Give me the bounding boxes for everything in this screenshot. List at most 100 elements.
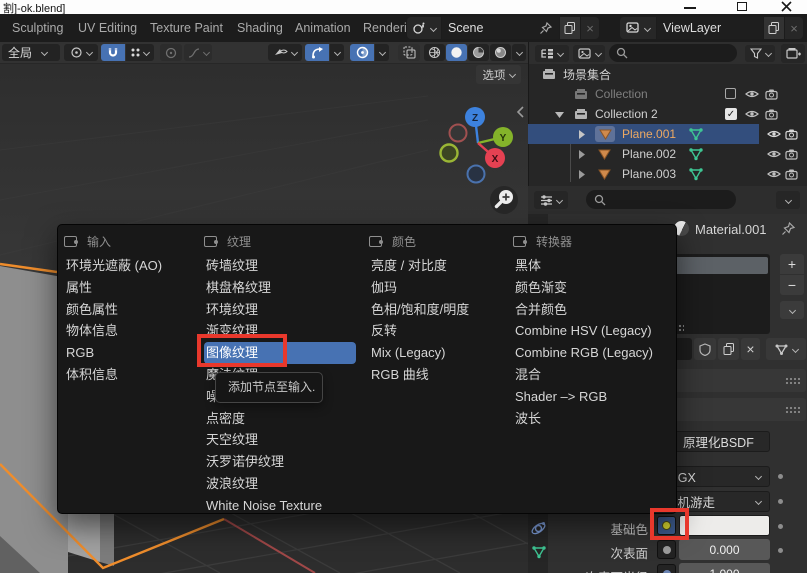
show-overlays-toggle[interactable] [350,44,374,61]
xray-toggle[interactable] [398,44,420,61]
menu-item[interactable]: 天空纹理 [204,429,369,451]
menu-item[interactable]: 点密度 [204,408,369,430]
shading-material-button[interactable] [468,44,489,61]
proportional-edit-toggle[interactable] [160,44,182,61]
menu-item[interactable]: 亮度 / 对比度 [369,255,513,277]
hide-eye-icon[interactable] [767,129,781,139]
scene-browse-button[interactable] [407,17,441,39]
menu-item[interactable]: 混合 [513,364,673,386]
axis-minus-z-ball[interactable] [468,166,485,183]
menu-item[interactable]: 物体信息 [64,320,204,342]
outliner-row-plane-003[interactable]: Plane.003 [528,164,807,184]
editor-type-dropdown[interactable] [534,191,568,209]
collapse-arrow-icon[interactable] [578,130,585,139]
render-camera-icon[interactable] [785,128,798,140]
render-camera-icon[interactable] [785,168,798,180]
shading-wireframe-button[interactable] [424,44,445,61]
fake-user-button[interactable] [694,338,716,360]
panel-drag-grip[interactable] [785,377,800,384]
exclude-checkbox-checked[interactable]: ✓ [725,108,737,120]
outliner-row-collection-2[interactable]: Collection 2 ✓ [528,104,807,124]
new-collection-button[interactable] [781,44,805,63]
new-material-button[interactable] [718,338,739,360]
animate-dot[interactable] [778,499,783,504]
menu-item[interactable]: RGB [64,342,204,364]
mesh-data-icon[interactable] [688,127,704,141]
animate-dot[interactable] [778,474,783,479]
shading-solid-button[interactable] [446,44,467,61]
exclude-checkbox-unchecked[interactable] [725,88,736,99]
sidebar-collapse-arrow[interactable] [516,106,524,118]
render-camera-icon[interactable] [765,108,778,120]
unlink-material-button[interactable]: × [741,338,760,360]
pivot-point-dropdown[interactable] [64,44,98,61]
collapse-arrow-icon[interactable] [578,150,585,159]
scene-name-field[interactable]: Scene [442,17,559,39]
menu-item[interactable]: 环境光遮蔽 (AO) [64,255,204,277]
menu-item[interactable]: 波浪纹理 [204,473,369,495]
hide-eye-icon[interactable] [767,149,781,159]
menu-item[interactable]: 伽玛 [369,277,513,299]
tab-shading[interactable]: Shading [237,14,283,42]
snap-settings-dropdown[interactable] [126,44,154,61]
hide-eye-icon[interactable] [745,89,759,99]
properties-search-input[interactable] [586,190,736,209]
menu-item[interactable]: Combine HSV (Legacy) [513,320,673,342]
subsurface-radius-socket[interactable] [657,564,676,573]
overlays-settings-dropdown[interactable] [375,44,389,61]
tab-sculpting[interactable]: Sculpting [12,14,63,42]
zoom-tool-icon[interactable] [488,184,520,216]
tab-texture-paint[interactable]: Texture Paint [150,14,223,42]
menu-item[interactable]: 属性 [64,277,204,299]
menu-item[interactable]: White Noise Texture [204,495,369,517]
collapse-arrow-icon[interactable] [578,170,585,179]
shading-settings-dropdown[interactable] [512,44,526,61]
outliner-filter-dropdown[interactable] [745,45,775,62]
menu-item[interactable]: 波长 [513,408,673,430]
outliner-row-plane-001[interactable]: Plane.001 [528,124,807,144]
remove-slot-button[interactable]: − [780,275,804,295]
viewlayer-copy-button[interactable] [764,17,784,39]
menu-item[interactable]: Shader –> RGB [513,386,673,408]
outliner-row-plane-002[interactable]: Plane.002 [528,144,807,164]
menu-item[interactable]: 棋盘格纹理 [204,277,369,299]
subsurface-value-field[interactable]: 0.000 [679,539,770,560]
subsurface-socket[interactable] [657,540,676,559]
menu-item[interactable]: 颜色渐变 [513,277,673,299]
outliner-row-collection[interactable]: Collection [528,84,807,104]
pin-icon[interactable] [539,21,553,35]
render-camera-icon[interactable] [785,148,798,160]
node-tree-dropdown[interactable] [766,338,806,360]
hide-eye-icon[interactable] [767,169,781,179]
object-data-tab-icon[interactable] [531,545,547,559]
scene-unlink-button[interactable]: × [581,17,599,39]
object-visibility-dropdown[interactable] [268,44,302,61]
scene-copy-button[interactable] [560,17,580,39]
menu-item[interactable]: 黑体 [513,255,673,277]
menu-item[interactable]: 合并颜色 [513,299,673,321]
gizmo-settings-dropdown[interactable] [330,44,344,61]
animate-dot[interactable] [778,548,783,553]
menu-item[interactable]: RGB 曲线 [369,364,513,386]
menu-item[interactable]: 反转 [369,320,513,342]
properties-options-dropdown[interactable] [776,191,800,209]
mesh-data-icon[interactable] [688,147,704,161]
menu-item[interactable]: 沃罗诺伊纹理 [204,451,369,473]
transform-orientation-dropdown[interactable]: 全局 [2,44,60,61]
mesh-data-icon[interactable] [688,167,704,181]
viewlayer-remove-button[interactable]: × [785,17,803,39]
outliner-display-mode-dropdown[interactable] [535,45,569,62]
tab-rendering[interactable]: Renderi [363,14,407,42]
minimize-button[interactable] [684,7,696,9]
maximize-button[interactable] [737,2,747,11]
animate-dot[interactable] [778,524,783,529]
menu-item[interactable]: Mix (Legacy) [369,342,513,364]
base-color-swatch[interactable] [679,515,770,536]
render-camera-icon[interactable] [765,88,778,100]
close-icon[interactable] [781,1,792,12]
proportional-falloff-dropdown[interactable] [184,44,212,61]
outliner-filter-id-dropdown[interactable] [573,45,605,62]
menu-item[interactable]: 色相/饱和度/明度 [369,299,513,321]
menu-item[interactable]: 颜色属性 [64,299,204,321]
outliner-row-scene-collection[interactable]: 场景集合 [528,64,807,84]
